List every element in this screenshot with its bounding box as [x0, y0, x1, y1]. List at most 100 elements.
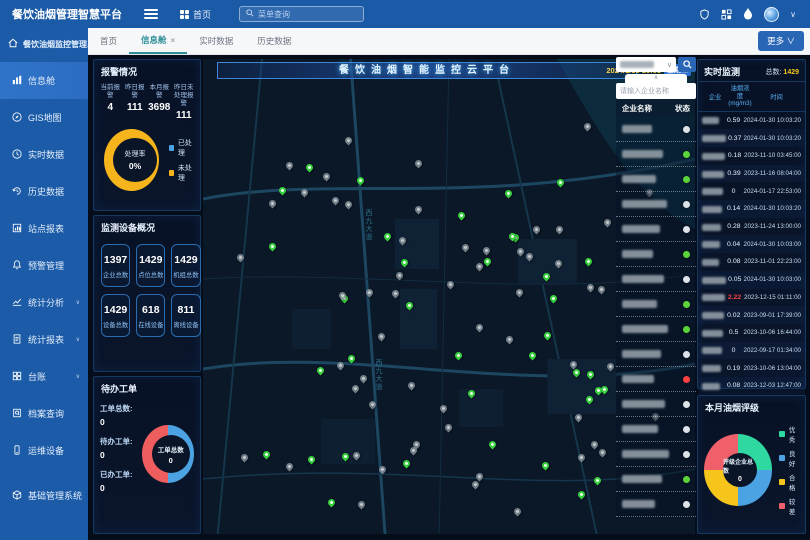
sidebar-item-统计分析[interactable]: 统计分析∨ — [0, 284, 88, 321]
realtime-row[interactable]: 0.372024-01-30 10:03:20 — [698, 129, 805, 147]
realtime-row[interactable]: 0.042024-01-30 10:03:00 — [698, 235, 805, 253]
chevron-down-icon: ∨ — [667, 61, 672, 69]
more-button[interactable]: 更多 ∨ — [758, 31, 804, 51]
enterprise-row[interactable] — [616, 492, 696, 517]
enterprise-list-header: 企业名称 状态 — [616, 99, 696, 117]
map-banner-title: 餐饮油烟智能监控云平台 — [217, 62, 637, 79]
hamburger-menu-icon[interactable] — [144, 7, 158, 21]
sidebar-item-台账[interactable]: 台账∨ — [0, 358, 88, 395]
enterprise-row[interactable] — [616, 217, 696, 242]
realtime-row[interactable]: 0.022023-09-01 17:39:00 — [698, 306, 805, 324]
workorder-panel-title: 待办工单 — [94, 377, 200, 399]
device-stat-card: 1429机组总数 — [171, 244, 200, 287]
enterprise-row[interactable] — [616, 267, 696, 292]
rating-donut-chart: 评级企业总数 0 — [704, 434, 772, 506]
collapse-handle[interactable]: ∧ — [625, 74, 687, 83]
map-street-label: 西九大道 — [363, 209, 373, 241]
sidebar-item-GIS地图[interactable]: GIS地图 — [0, 99, 88, 136]
sidebar-item-预警管理[interactable]: 预警管理 — [0, 247, 88, 284]
menu-search-input[interactable]: 菜单查询 — [239, 6, 364, 22]
enterprise-row[interactable] — [616, 417, 696, 442]
enterprise-row[interactable] — [616, 292, 696, 317]
device-stat-card: 1429设备总数 — [101, 294, 130, 337]
tab-bar: 首页信息舱×实时数据历史数据 更多 ∨ — [88, 28, 810, 55]
realtime-row[interactable]: 0.142024-01-30 10:03:20 — [698, 200, 805, 218]
realtime-row[interactable]: 2.222023-12-15 01:11:00 — [698, 289, 805, 307]
sidebar-item-历史数据[interactable]: 历史数据 — [0, 173, 88, 210]
sidebar-item-实时数据[interactable]: 实时数据 — [0, 136, 88, 173]
apps-grid-icon[interactable] — [721, 9, 732, 20]
realtime-row[interactable]: 0.592024-01-30 10:03:20 — [698, 112, 805, 130]
sidebar-item-档案查询[interactable]: 档案查询 — [0, 395, 88, 432]
enterprise-row[interactable] — [616, 392, 696, 417]
legend-item: 已处理 — [169, 138, 196, 158]
status-dot — [683, 326, 690, 333]
enterprise-name-input[interactable]: 请输入企业名称 — [616, 83, 696, 99]
legend-item: 良好 — [779, 448, 801, 468]
sidebar-item-统计报表[interactable]: 统计报表∨ — [0, 321, 88, 358]
enterprise-row[interactable] — [616, 117, 696, 142]
device-icon — [12, 445, 22, 457]
realtime-row[interactable]: 02022-09-17 01:34:00 — [698, 342, 805, 360]
enterprise-row[interactable] — [616, 467, 696, 492]
sidebar: 餐饮油烟监控管理系统 ∧ 信息舱GIS地图实时数据历史数据站点报表预警管理统计分… — [0, 28, 88, 540]
dashboard: 西九大道 西九大道 餐饮油烟智能监控云平台 2024/1/30 10:03 星期… — [88, 55, 810, 540]
status-dot — [683, 376, 690, 383]
apps-grid-icon — [180, 10, 189, 19]
status-dot — [683, 126, 690, 133]
close-icon[interactable]: × — [171, 36, 176, 45]
map-street-label: 西九大道 — [373, 359, 383, 391]
tab-首页[interactable]: 首页 — [88, 28, 129, 54]
sidebar-group-header[interactable]: 餐饮油烟监控管理系统 ∧ — [0, 28, 88, 62]
bar-chart-icon — [12, 75, 22, 87]
sidebar-item-站点报表[interactable]: 站点报表 — [0, 210, 88, 247]
enterprise-row[interactable] — [616, 167, 696, 192]
tab-实时数据[interactable]: 实时数据 — [187, 28, 245, 54]
realtime-row[interactable]: 0.182023-11-10 03:45:00 — [698, 147, 805, 165]
rating-panel: 本月油烟评级 评级企业总数 0 优秀良好合格较差 — [697, 395, 806, 534]
realtime-panel-title: 实时监测 — [704, 65, 740, 78]
tab-信息舱[interactable]: 信息舱× — [129, 28, 187, 54]
realtime-row[interactable]: 0.082023-12-03 12:47:00 — [698, 377, 805, 395]
realtime-row[interactable]: 0.082023-11-01 22:23:00 — [698, 253, 805, 271]
device-cards: 1397企业总数1429点位总数1429机组总数1429设备总数618在线设备8… — [94, 238, 200, 343]
enterprise-row[interactable] — [616, 317, 696, 342]
device-stat-card: 811离线设备 — [171, 294, 200, 337]
realtime-row[interactable]: 0.52023-10-06 16:44:00 — [698, 324, 805, 342]
realtime-row[interactable]: 0.052024-01-30 10:03:00 — [698, 271, 805, 289]
status-dot — [683, 151, 690, 158]
status-dot — [683, 476, 690, 483]
enterprise-row[interactable] — [616, 367, 696, 392]
sidebar-item-运维设备[interactable]: 运维设备 — [0, 432, 88, 469]
device-stat-card: 618在线设备 — [136, 294, 165, 337]
enterprise-row[interactable] — [616, 192, 696, 217]
enterprise-row[interactable] — [616, 342, 696, 367]
chevron-down-icon[interactable]: ∨ — [790, 10, 796, 19]
tab-历史数据[interactable]: 历史数据 — [245, 28, 303, 54]
search-icon — [683, 60, 692, 69]
workorder-donut-chart: 工单总数 0 — [142, 425, 194, 483]
chevron-down-icon: ∨ — [76, 373, 80, 380]
sidebar-item-base-system[interactable]: 基础管理系统 ∨ — [0, 477, 88, 514]
doc-icon — [12, 334, 22, 346]
avatar[interactable] — [764, 7, 779, 22]
realtime-row[interactable]: 0.392023-11-16 08:04:00 — [698, 165, 805, 183]
ledger-icon — [12, 371, 22, 383]
enterprise-row[interactable] — [616, 142, 696, 167]
tabs: 首页信息舱×实时数据历史数据 — [88, 28, 303, 54]
legend-item: 未处理 — [169, 163, 196, 183]
flame-icon[interactable] — [743, 8, 753, 20]
enterprise-row[interactable] — [616, 242, 696, 267]
enterprise-search-button[interactable] — [678, 57, 696, 72]
enterprise-select[interactable]: ∨ — [616, 57, 676, 72]
enterprise-row[interactable] — [616, 442, 696, 467]
status-dot — [683, 276, 690, 283]
realtime-row[interactable]: 02024-01-17 22:53:00 — [698, 182, 805, 200]
status-dot — [683, 426, 690, 433]
realtime-row[interactable]: 0.282023-11-24 13:00:00 — [698, 218, 805, 236]
realtime-row[interactable]: 0.192023-10-06 13:04:00 — [698, 359, 805, 377]
sidebar-item-信息舱[interactable]: 信息舱 — [0, 62, 88, 99]
device-panel-title: 监测设备概况 — [94, 216, 200, 238]
shield-icon[interactable] — [699, 9, 710, 20]
topbar-home-tab[interactable]: 首页 — [180, 8, 211, 21]
